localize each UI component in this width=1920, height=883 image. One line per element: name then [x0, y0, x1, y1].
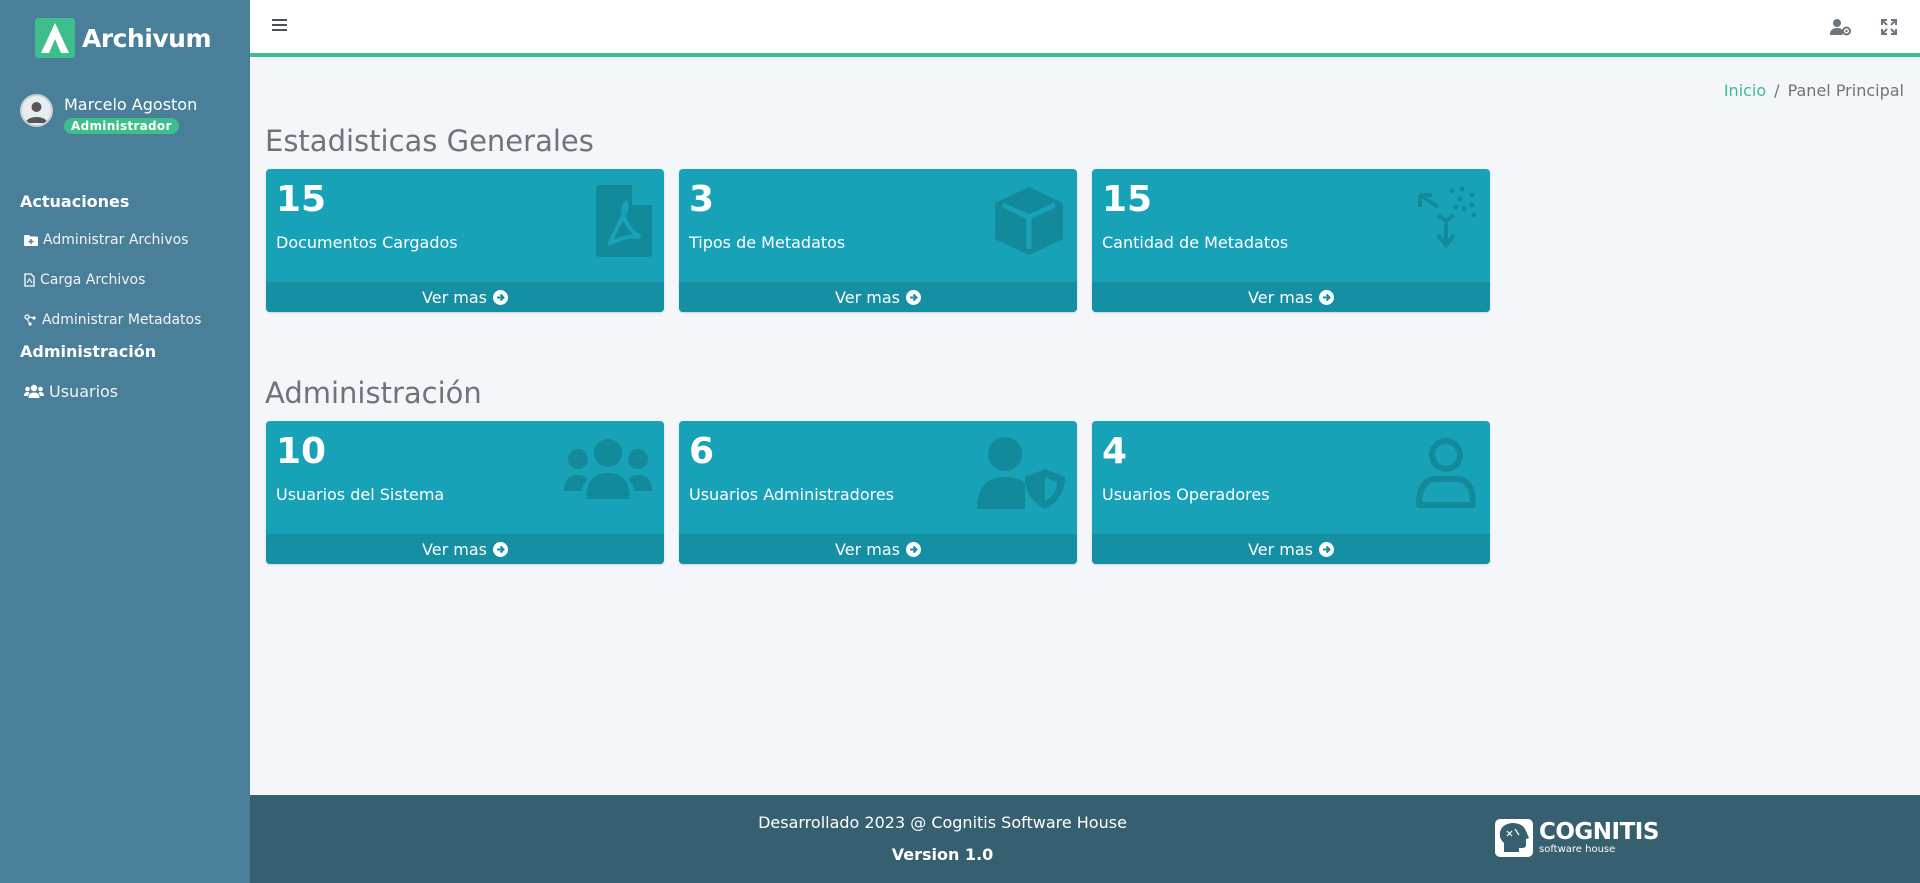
section-title-estadisticas: Estadisticas Generales: [265, 124, 594, 158]
stat-box-documentos: 15 Documentos Cargados Ver mas: [266, 169, 664, 312]
sidebar: Archivum Marcelo Agoston Administrador A…: [0, 0, 250, 883]
user-avatar-icon: [26, 102, 47, 123]
user-icon: [1416, 438, 1476, 508]
stat-label: Usuarios Administradores: [689, 485, 895, 504]
nav-header-actuaciones: Actuaciones: [20, 192, 130, 211]
breadcrumb-current: Panel Principal: [1787, 81, 1904, 100]
stat-box-usuarios-sistema: 10 Usuarios del Sistema Ver mas: [266, 421, 664, 564]
sidebar-item-label: Administrar Metadatos: [42, 312, 202, 328]
hamburger-icon[interactable]: [272, 18, 287, 32]
cube-dots-icon: [1418, 186, 1477, 249]
sidebar-item-label: Administrar Archivos: [43, 232, 189, 248]
sidebar-item-label: Usuarios: [49, 382, 119, 401]
brand[interactable]: Archivum: [0, 0, 250, 76]
folder-plus-icon: [24, 235, 38, 246]
user-shield-icon: [977, 437, 1065, 509]
user-role-badge: Administrador: [64, 118, 179, 134]
network-icon: [24, 314, 36, 326]
arrow-circle-right-icon: [1318, 541, 1334, 557]
stat-box-cantidad-metadatos: 15 Cantidad de Metadatos Ver mas: [1092, 169, 1490, 312]
stat-value: 4: [1102, 431, 1128, 472]
cognitis-logo: COGNITIS software house: [1495, 819, 1659, 857]
cognitis-logo-subtext: software house: [1539, 844, 1616, 855]
arrow-circle-right-icon: [492, 541, 508, 557]
users-icon: [24, 384, 44, 398]
arrow-circle-right-icon: [905, 289, 921, 305]
brand-name: Archivum: [82, 23, 212, 53]
footer-version: Version 1.0: [891, 845, 994, 864]
stat-value: 3: [689, 179, 715, 220]
stat-label: Cantidad de Metadatos: [1102, 233, 1289, 252]
section-title-administracion: Administración: [265, 376, 482, 410]
ver-mas-link[interactable]: Ver mas: [679, 282, 1077, 312]
stat-value: 15: [276, 179, 327, 220]
ver-mas-link[interactable]: Ver mas: [1092, 282, 1490, 312]
cognitis-head-icon: [1495, 819, 1533, 857]
stat-box-usuarios-operadores: 4 Usuarios Operadores Ver mas: [1092, 421, 1490, 564]
arrow-circle-right-icon: [1318, 289, 1334, 305]
avatar[interactable]: [20, 94, 53, 127]
sidebar-item-carga-archivos[interactable]: Carga Archivos: [0, 272, 250, 288]
stat-box-usuarios-administradores: 6 Usuarios Administradores Ver mas: [679, 421, 1077, 564]
stat-label: Documentos Cargados: [276, 233, 458, 252]
user-name[interactable]: Marcelo Agoston: [64, 95, 197, 114]
ver-mas-label: Ver mas: [1248, 287, 1313, 307]
arrow-circle-right-icon: [905, 541, 921, 557]
arrow-circle-right-icon: [492, 289, 508, 305]
sidebar-item-usuarios[interactable]: Usuarios: [0, 382, 250, 401]
cognitis-logo-text: COGNITIS: [1539, 819, 1659, 845]
user-cog-icon[interactable]: [1830, 18, 1852, 36]
ver-mas-link[interactable]: Ver mas: [266, 282, 664, 312]
cube-icon: [995, 187, 1063, 255]
footer-credits: Desarrollado 2023 @ Cognitis Software Ho…: [758, 813, 1127, 832]
file-pdf-icon: [24, 273, 35, 287]
stat-label: Usuarios del Sistema: [276, 485, 445, 504]
file-pdf-icon: [596, 185, 652, 257]
stat-value: 10: [276, 431, 327, 472]
top-navbar: [250, 0, 1920, 57]
users-icon: [564, 439, 652, 499]
archivum-logo-icon: [35, 18, 75, 58]
sidebar-item-label: Carga Archivos: [40, 272, 146, 288]
stat-value: 15: [1102, 179, 1153, 220]
user-panel: Marcelo Agoston Administrador: [0, 76, 250, 170]
breadcrumb-separator: /: [1774, 81, 1780, 100]
ver-mas-label: Ver mas: [1248, 539, 1313, 559]
ver-mas-label: Ver mas: [835, 539, 900, 559]
stat-value: 6: [689, 431, 715, 472]
ver-mas-label: Ver mas: [835, 287, 900, 307]
stat-label: Tipos de Metadatos: [689, 233, 846, 252]
page-footer: Desarrollado 2023 @ Cognitis Software Ho…: [250, 795, 1920, 883]
ver-mas-link[interactable]: Ver mas: [1092, 534, 1490, 564]
breadcrumb-home-link[interactable]: Inicio: [1724, 81, 1766, 100]
stat-box-tipos-metadatos: 3 Tipos de Metadatos Ver mas: [679, 169, 1077, 312]
ver-mas-label: Ver mas: [422, 539, 487, 559]
stat-label: Usuarios Operadores: [1102, 485, 1270, 504]
ver-mas-link[interactable]: Ver mas: [266, 534, 664, 564]
expand-icon[interactable]: [1881, 19, 1897, 35]
ver-mas-label: Ver mas: [422, 287, 487, 307]
sidebar-item-administrar-archivos[interactable]: Administrar Archivos: [0, 232, 250, 248]
nav-header-administracion: Administración: [20, 342, 157, 361]
ver-mas-link[interactable]: Ver mas: [679, 534, 1077, 564]
sidebar-item-administrar-metadatos[interactable]: Administrar Metadatos: [0, 312, 250, 328]
breadcrumb: Inicio / Panel Principal: [1724, 81, 1904, 100]
